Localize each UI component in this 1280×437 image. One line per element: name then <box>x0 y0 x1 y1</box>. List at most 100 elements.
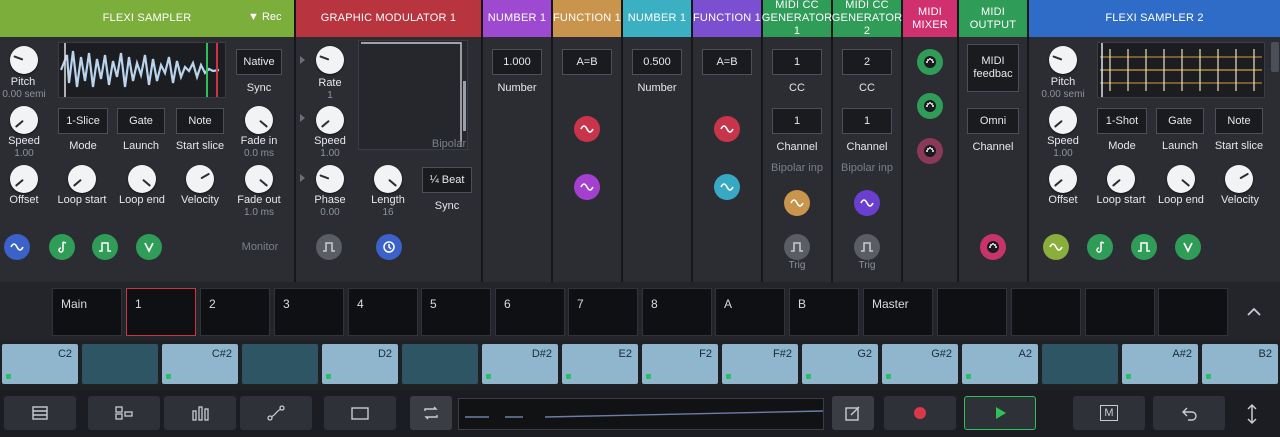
native-box[interactable]: Native <box>236 49 282 75</box>
start-slice-box[interactable]: Note <box>1215 108 1263 134</box>
module-header[interactable]: FLEXI SAMPLER 2 <box>1029 0 1280 37</box>
rec-button[interactable]: ▼ Rec <box>248 11 282 23</box>
number-value-box[interactable]: 0.500 <box>632 49 682 75</box>
offset-knob[interactable] <box>1049 165 1077 193</box>
offset-knob[interactable] <box>10 165 38 193</box>
modulator-graph[interactable] <box>358 40 468 150</box>
cc-value-box[interactable]: 1 <box>772 49 822 75</box>
key-gsharp2[interactable]: G#2 <box>882 344 958 384</box>
channel-tab-5[interactable]: 5 <box>421 288 491 336</box>
phase-knob[interactable] <box>316 165 344 193</box>
channel-tab-a[interactable]: A <box>715 288 785 336</box>
gate-icon[interactable] <box>92 234 118 260</box>
midi-port-icon[interactable] <box>917 49 943 75</box>
channel-tab-2[interactable]: 2 <box>200 288 270 336</box>
channel-tab-6[interactable]: 6 <box>495 288 565 336</box>
fade-out-knob[interactable] <box>245 165 273 193</box>
cc-value-box[interactable]: 2 <box>842 49 892 75</box>
channel-tab-7[interactable]: 7 <box>568 288 638 336</box>
start-slice-box[interactable]: Note <box>176 108 224 134</box>
key-fsharp2[interactable]: F#2 <box>722 344 798 384</box>
number-value-box[interactable]: 1.000 <box>492 49 542 75</box>
record-button[interactable] <box>884 396 956 430</box>
expand-arrow-icon[interactable] <box>300 56 305 64</box>
module-header[interactable]: MIDI CC GENERATOR 1 <box>762 0 832 37</box>
loop-button[interactable] <box>410 396 452 430</box>
expand-arrow-icon[interactable] <box>300 114 305 122</box>
loop-start-knob[interactable] <box>1107 165 1135 193</box>
channel-tab-empty[interactable] <box>1158 288 1228 336</box>
bars-button[interactable] <box>164 396 236 430</box>
waveform-display[interactable] <box>58 42 226 98</box>
function-box[interactable]: A=B <box>702 49 752 75</box>
scroll-indicator[interactable] <box>1271 42 1279 72</box>
bipolar-input-label[interactable]: Bipolar inp <box>763 162 831 174</box>
pitch-knob[interactable] <box>1049 46 1077 74</box>
channel-tab-3[interactable]: 3 <box>274 288 344 336</box>
length-knob[interactable] <box>374 165 402 193</box>
omni-box[interactable]: Omni <box>967 108 1019 134</box>
key-dark[interactable] <box>82 344 158 384</box>
resize-button[interactable] <box>1240 402 1264 426</box>
module-header[interactable]: GRAPHIC MODULATOR 1 <box>296 0 481 37</box>
channel-box[interactable]: 1 <box>842 108 892 134</box>
channel-tab-empty[interactable] <box>937 288 1007 336</box>
midi-feedback-box[interactable]: MIDI feedbac <box>967 44 1019 92</box>
key-dark[interactable] <box>1042 344 1118 384</box>
key-a2[interactable]: A2 <box>962 344 1038 384</box>
channel-tab-1[interactable]: 1 <box>126 288 196 336</box>
module-header[interactable]: FUNCTION 1 <box>693 0 761 37</box>
pitch-knob[interactable] <box>10 46 38 74</box>
sine-wave-icon[interactable] <box>4 234 30 260</box>
note-icon[interactable] <box>49 234 75 260</box>
sine-wave-icon[interactable] <box>784 190 810 216</box>
note-icon[interactable] <box>1087 234 1113 260</box>
module-header[interactable]: NUMBER 1 <box>623 0 691 37</box>
key-asharp2[interactable]: A#2 <box>1122 344 1198 384</box>
list-button[interactable] <box>4 396 76 430</box>
fade-in-knob[interactable] <box>245 106 273 134</box>
launch-box[interactable]: Gate <box>1156 108 1204 134</box>
gate-icon[interactable] <box>854 234 880 260</box>
sine-wave-icon[interactable] <box>574 174 600 200</box>
module-header[interactable]: MIDI MIXER <box>903 0 957 37</box>
key-dark[interactable] <box>402 344 478 384</box>
loop-start-knob[interactable] <box>68 165 96 193</box>
routing-button[interactable] <box>88 396 160 430</box>
launch-box[interactable]: Gate <box>117 108 165 134</box>
loop-end-knob[interactable] <box>128 165 156 193</box>
sine-wave-icon[interactable] <box>1043 234 1069 260</box>
velocity-icon[interactable] <box>1175 234 1201 260</box>
midi-port-icon[interactable] <box>917 93 943 119</box>
loop-end-knob[interactable] <box>1167 165 1195 193</box>
undo-button[interactable] <box>1153 396 1225 430</box>
metronome-button[interactable]: M <box>1073 396 1145 430</box>
channel-box[interactable]: 1 <box>772 108 822 134</box>
beat-box[interactable]: ¼ Beat <box>422 167 472 193</box>
channel-tab-main[interactable]: Main <box>52 288 122 336</box>
expand-arrow-icon[interactable] <box>300 174 305 182</box>
speed-knob[interactable] <box>10 106 38 134</box>
key-e2[interactable]: E2 <box>562 344 638 384</box>
key-b2[interactable]: B2 <box>1202 344 1278 384</box>
channel-tab-master[interactable]: Master <box>863 288 933 336</box>
key-dsharp2[interactable]: D#2 <box>482 344 558 384</box>
key-d2[interactable]: D2 <box>322 344 398 384</box>
sine-wave-icon[interactable] <box>714 174 740 200</box>
function-box[interactable]: A=B <box>562 49 612 75</box>
frame-button[interactable] <box>324 396 396 430</box>
module-header[interactable]: NUMBER 1 <box>483 0 551 37</box>
mode-box[interactable]: 1-Slice <box>58 108 108 134</box>
midi-port-icon[interactable] <box>917 138 943 164</box>
velocity-knob[interactable] <box>1225 165 1253 193</box>
channel-tab-4[interactable]: 4 <box>348 288 418 336</box>
chevron-up-icon[interactable] <box>1244 302 1264 322</box>
sine-wave-icon[interactable] <box>854 190 880 216</box>
key-dark[interactable] <box>242 344 318 384</box>
rate-knob[interactable] <box>316 46 344 74</box>
mode-box[interactable]: 1-Shot <box>1097 108 1147 134</box>
channel-tab-b[interactable]: B <box>789 288 859 336</box>
edit-button[interactable] <box>832 396 874 430</box>
speed-knob[interactable] <box>316 106 344 134</box>
velocity-knob[interactable] <box>186 165 214 193</box>
